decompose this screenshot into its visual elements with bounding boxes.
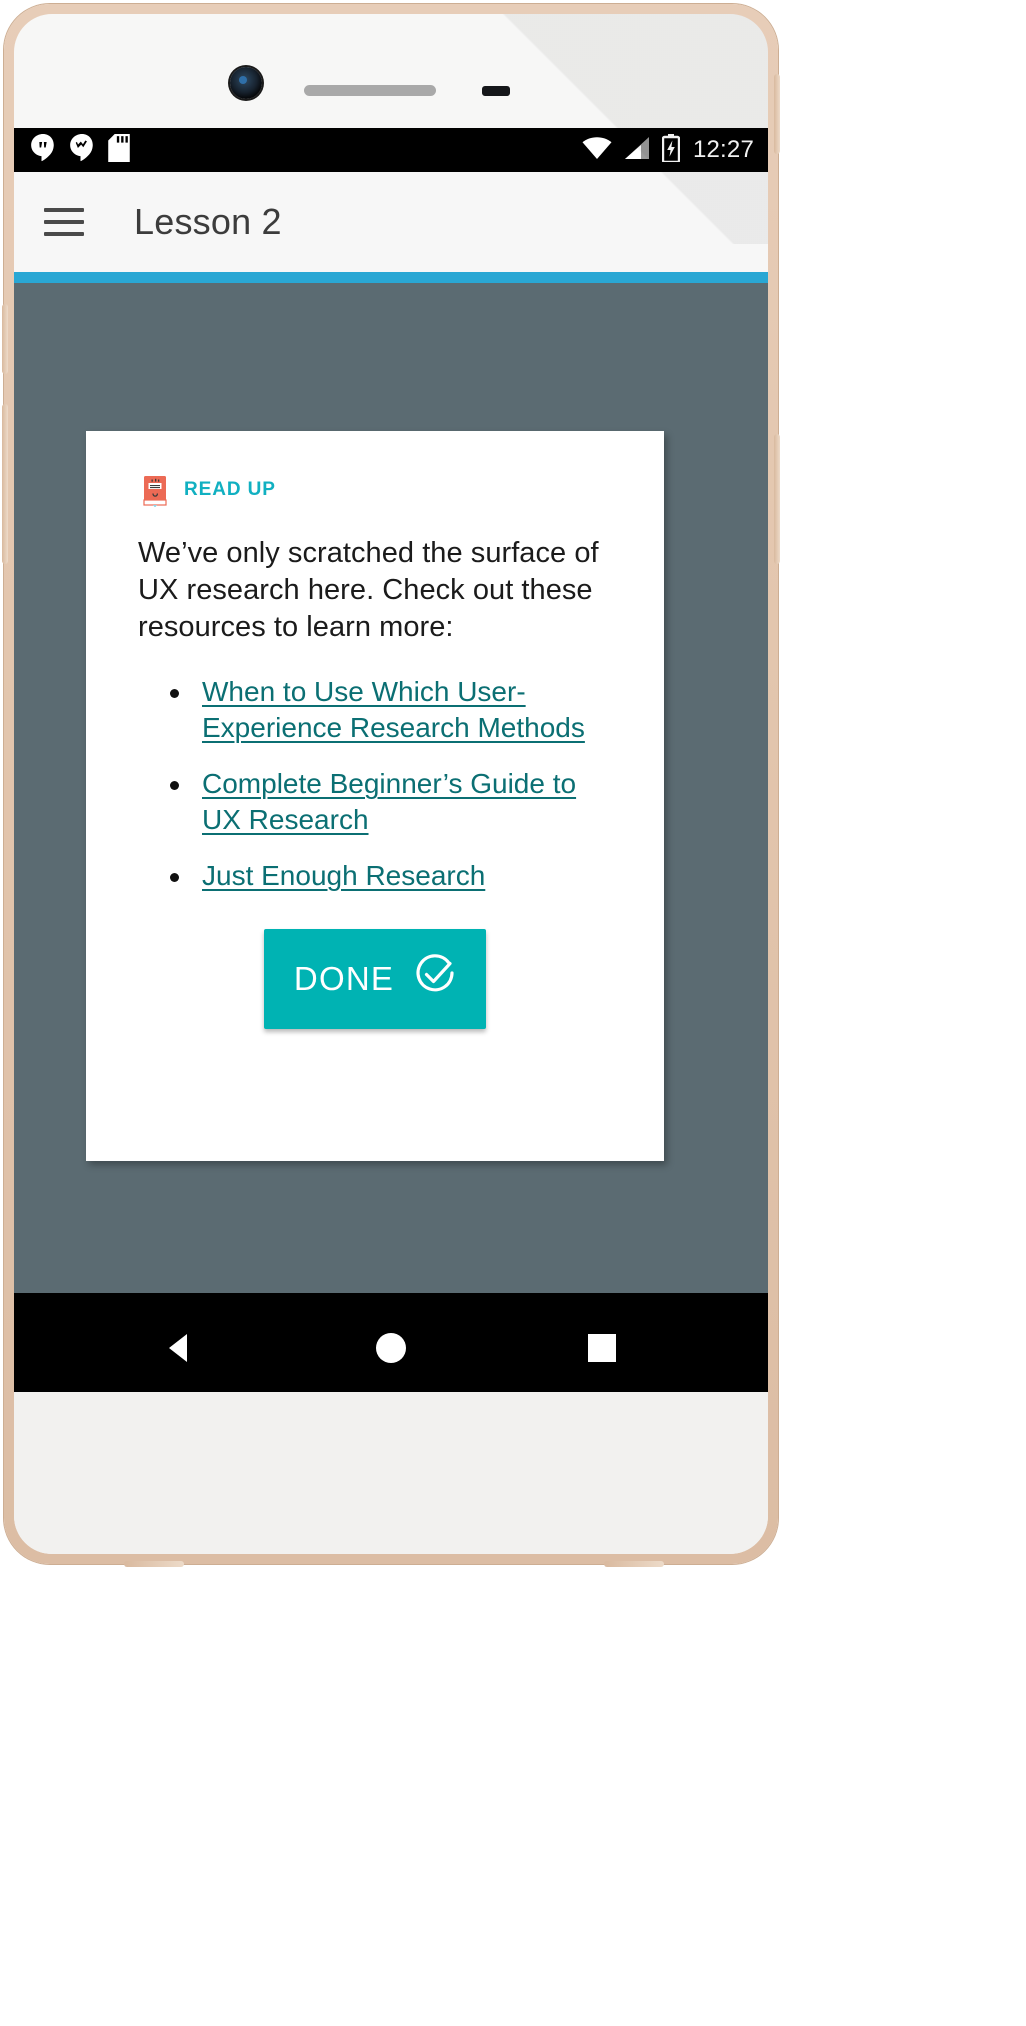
hamburger-menu-icon[interactable] [44, 198, 92, 246]
resource-link-3[interactable]: Just Enough Research [202, 860, 485, 891]
resource-link-2[interactable]: Complete Beginner’s Guide to UX Research [202, 768, 576, 835]
status-bar-left-icons [30, 133, 130, 167]
check-circle-icon [414, 954, 456, 1004]
hangouts-icon [30, 133, 56, 167]
app-bar: Lesson 2 [14, 172, 768, 272]
phone-device-frame: 12:27 Lesson 2 READ UP We’ve only scratc… [2, 4, 780, 1567]
side-button-right-middle[interactable] [774, 434, 780, 564]
card-paragraph: We’ve only scratched the surface of UX r… [138, 537, 599, 644]
list-item: Just Enough Research [164, 858, 612, 894]
sd-card-icon [108, 133, 130, 167]
side-button-right-top[interactable] [774, 74, 780, 154]
phone-hardware-row [14, 14, 768, 134]
tasks-check-icon [69, 133, 95, 167]
battery-charging-icon [661, 133, 681, 167]
done-button-label: DONE [293, 960, 395, 998]
wifi-icon [582, 136, 612, 165]
bottom-chassis-nub-right [604, 1561, 664, 1567]
recents-button[interactable] [542, 1293, 662, 1392]
card-header: READ UP [140, 475, 612, 508]
side-button-left-top[interactable] [2, 304, 8, 374]
back-button[interactable] [120, 1293, 240, 1392]
android-screen: 12:27 Lesson 2 READ UP We’ve only scratc… [14, 128, 768, 1392]
bottom-chassis-nub-left [124, 1561, 184, 1567]
list-item: Complete Beginner’s Guide to UX Research [164, 766, 612, 838]
done-button[interactable]: DONE [264, 929, 486, 1030]
phone-screen-bezel: 12:27 Lesson 2 READ UP We’ve only scratc… [14, 14, 768, 1554]
status-bar-right-icons: 12:27 [582, 133, 754, 167]
side-button-left-middle[interactable] [2, 404, 8, 564]
read-up-card: READ UP We’ve only scratched the surface… [86, 431, 664, 1161]
front-camera-icon [230, 67, 262, 99]
android-navigation-bar [14, 1293, 768, 1392]
list-item: When to Use Which User-Experience Resear… [164, 674, 612, 746]
home-button[interactable] [331, 1293, 451, 1392]
proximity-sensor-icon [482, 86, 510, 96]
read-up-label: READ UP [184, 479, 276, 500]
status-bar: 12:27 [14, 128, 768, 172]
open-book-icon [140, 475, 170, 508]
earpiece-speaker-icon [304, 85, 436, 96]
resource-link-1[interactable]: When to Use Which User-Experience Resear… [202, 676, 585, 743]
cellular-signal-icon [623, 136, 651, 165]
done-button-row: DONE [138, 929, 612, 1030]
status-bar-clock: 12:27 [692, 136, 754, 163]
lesson-content-area: READ UP We’ve only scratched the surface… [14, 283, 768, 1293]
phone-bottom-chin [14, 1392, 768, 1554]
app-bar-accent-underline [14, 272, 768, 283]
resource-list: When to Use Which User-Experience Resear… [164, 674, 612, 893]
page-title: Lesson 2 [134, 201, 282, 242]
